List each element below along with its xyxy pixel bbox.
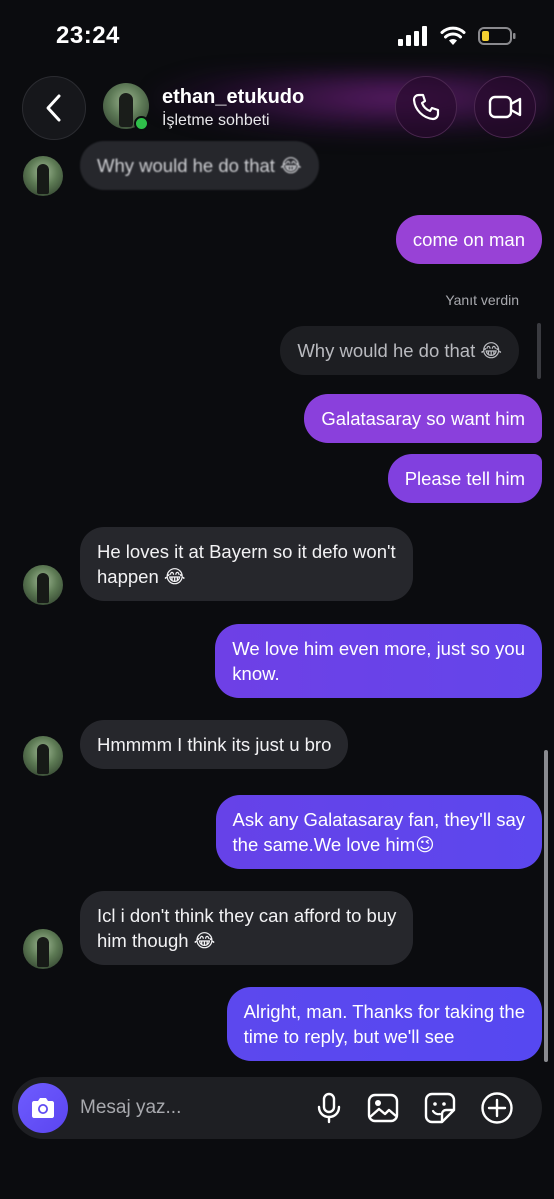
outgoing-message[interactable]: We love him even more, just so you know. [215,624,542,698]
microphone-button[interactable] [312,1091,346,1125]
outgoing-message[interactable]: Alright, man. Thanks for taking the time… [226,987,542,1061]
video-camera-icon [488,95,522,119]
message-composer [12,1077,542,1139]
status-time: 23:24 [56,22,120,49]
image-icon [367,1093,399,1123]
quoted-reply-message[interactable]: Why would he do that 😂 [280,326,519,375]
message-input[interactable] [80,1095,300,1121]
sender-avatar[interactable] [23,565,63,605]
camera-button[interactable] [18,1083,68,1133]
back-button[interactable] [22,76,86,140]
incoming-message[interactable]: He loves it at Bayern so it defo won't h… [80,527,413,601]
incoming-message[interactable]: Why would he do that 😂 [80,141,319,190]
reply-label: Yanıt verdin [445,292,519,308]
sticker-icon [424,1092,456,1124]
outgoing-message[interactable]: Ask any Galatasaray fan, they'll say the… [215,795,542,869]
scrollbar-thumb[interactable] [544,750,548,1062]
chat-type-label: İşletme sohbeti [162,112,270,129]
microphone-icon [317,1092,341,1124]
status-icons [398,26,516,46]
sender-avatar[interactable] [23,929,63,969]
wifi-icon [440,26,466,45]
video-call-button[interactable] [474,76,536,138]
quote-scroll-indicator [537,323,541,379]
outgoing-message[interactable]: Please tell him [387,454,542,503]
battery-icon [478,27,516,45]
online-status-dot [134,116,149,131]
camera-icon [32,1098,54,1118]
sender-avatar[interactable] [23,736,63,776]
sticker-button[interactable] [423,1091,457,1125]
contact-name[interactable]: ethan_etukudo [162,86,304,109]
outgoing-message[interactable]: Galatasaray so want him [304,394,542,443]
phone-icon [412,93,440,121]
incoming-message[interactable]: Icl i don't think they can afford to buy… [80,891,414,965]
outgoing-message[interactable]: come on man [395,215,542,264]
chevron-left-icon [46,94,61,122]
add-attachment-button[interactable] [480,1091,514,1125]
sender-avatar[interactable] [23,156,63,196]
cellular-signal-icon [398,26,427,46]
chat-header: ethan_etukudo İşletme sohbeti [0,70,554,146]
plus-circle-icon [481,1092,513,1124]
voice-call-button[interactable] [395,76,457,138]
incoming-message[interactable]: Hmmmm I think its just u bro [80,720,349,769]
gallery-button[interactable] [366,1091,400,1125]
status-bar: 23:24 [0,0,554,70]
